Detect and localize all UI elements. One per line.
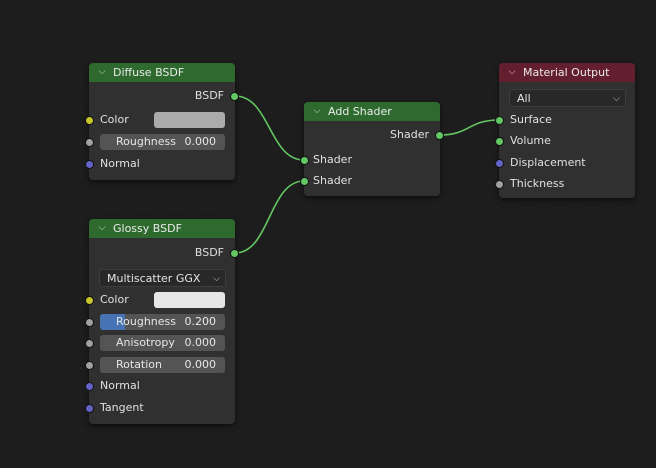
input-label-shader-1: Shader	[313, 153, 352, 166]
input-socket-color[interactable]	[85, 296, 94, 305]
input-socket-normal[interactable]	[85, 382, 94, 391]
dropdown-value: Multiscatter GGX	[107, 272, 201, 285]
field-label: Roughness	[116, 315, 177, 328]
anisotropy-slider[interactable]: Anisotropy 0.000	[100, 335, 225, 351]
output-label-bsdf: BSDF	[194, 246, 224, 259]
node-title: Material Output	[523, 66, 610, 79]
field-value: 0.000	[184, 358, 217, 371]
link-glossy-to-add[interactable]	[234, 180, 305, 254]
input-label-shader-2: Shader	[313, 174, 352, 187]
node-header[interactable]: ⌵ Add Shader	[304, 102, 440, 121]
chevron-down-icon[interactable]: ⌵	[96, 219, 108, 238]
node-glossy-bsdf[interactable]: ⌵ Glossy BSDF BSDF Multiscatter GGX ⌵ Co…	[85, 219, 239, 424]
input-socket-volume[interactable]	[495, 137, 504, 146]
input-socket-color[interactable]	[85, 116, 94, 125]
chevron-down-icon[interactable]: ⌵	[506, 63, 518, 82]
node-header[interactable]: ⌵ Material Output	[499, 63, 635, 82]
field-label: Roughness	[116, 135, 177, 148]
input-socket-displacement[interactable]	[495, 159, 504, 168]
input-label-color: Color	[100, 113, 129, 126]
output-label-shader: Shader	[390, 128, 429, 141]
output-label-bsdf: BSDF	[194, 89, 224, 102]
chevron-down-icon: ⌵	[213, 274, 220, 284]
output-socket-bsdf[interactable]	[230, 249, 239, 258]
node-editor-canvas[interactable]: ⌵ Diffuse BSDF BSDF Color Roughness 0.00…	[0, 0, 656, 468]
input-socket-anisotropy[interactable]	[85, 339, 94, 348]
link-diffuse-to-add[interactable]	[234, 95, 305, 161]
input-socket-roughness[interactable]	[85, 318, 94, 327]
input-socket-shader-2[interactable]	[300, 177, 309, 186]
chevron-down-icon[interactable]: ⌵	[311, 102, 323, 121]
input-socket-surface[interactable]	[495, 116, 504, 125]
node-material-output[interactable]: ⌵ Material Output All ⌵ Surface Volume D…	[495, 63, 635, 198]
color-swatch[interactable]	[154, 112, 225, 128]
target-dropdown[interactable]: All ⌵	[509, 89, 626, 107]
input-socket-roughness[interactable]	[85, 138, 94, 147]
node-add-shader[interactable]: ⌵ Add Shader Shader Shader Shader	[300, 102, 444, 196]
input-label-color: Color	[100, 293, 129, 306]
input-socket-shader-1[interactable]	[300, 156, 309, 165]
input-label-normal: Normal	[100, 157, 140, 170]
field-value: 0.000	[184, 135, 217, 148]
field-value: 0.200	[184, 315, 217, 328]
input-socket-rotation[interactable]	[85, 361, 94, 370]
node-title: Diffuse BSDF	[113, 66, 185, 79]
roughness-slider[interactable]: Roughness 0.200	[100, 314, 225, 330]
rotation-slider[interactable]: Rotation 0.000	[100, 357, 225, 373]
input-label-volume: Volume	[510, 134, 551, 147]
input-label-displacement: Displacement	[510, 156, 586, 169]
field-label: Rotation	[116, 358, 163, 371]
node-header[interactable]: ⌵ Diffuse BSDF	[89, 63, 235, 82]
output-socket-bsdf[interactable]	[230, 92, 239, 101]
input-socket-normal[interactable]	[85, 160, 94, 169]
color-swatch[interactable]	[154, 292, 225, 308]
input-label-surface: Surface	[510, 113, 552, 126]
distribution-dropdown[interactable]: Multiscatter GGX ⌵	[99, 269, 226, 287]
field-label: Anisotropy	[116, 336, 175, 349]
node-title: Glossy BSDF	[113, 222, 182, 235]
node-title: Add Shader	[328, 105, 392, 118]
roughness-slider[interactable]: Roughness 0.000	[100, 134, 225, 150]
node-header[interactable]: ⌵ Glossy BSDF	[89, 219, 235, 238]
input-label-normal: Normal	[100, 379, 140, 392]
chevron-down-icon: ⌵	[613, 94, 620, 104]
field-value: 0.000	[184, 336, 217, 349]
input-socket-thickness[interactable]	[495, 180, 504, 189]
input-socket-tangent[interactable]	[85, 404, 94, 413]
chevron-down-icon[interactable]: ⌵	[96, 63, 108, 82]
input-label-thickness: Thickness	[510, 177, 565, 190]
output-socket-shader[interactable]	[435, 131, 444, 140]
input-label-tangent: Tangent	[100, 401, 144, 414]
link-add-to-surface[interactable]	[439, 119, 500, 136]
node-diffuse-bsdf[interactable]: ⌵ Diffuse BSDF BSDF Color Roughness 0.00…	[85, 63, 239, 180]
dropdown-value: All	[517, 92, 531, 105]
